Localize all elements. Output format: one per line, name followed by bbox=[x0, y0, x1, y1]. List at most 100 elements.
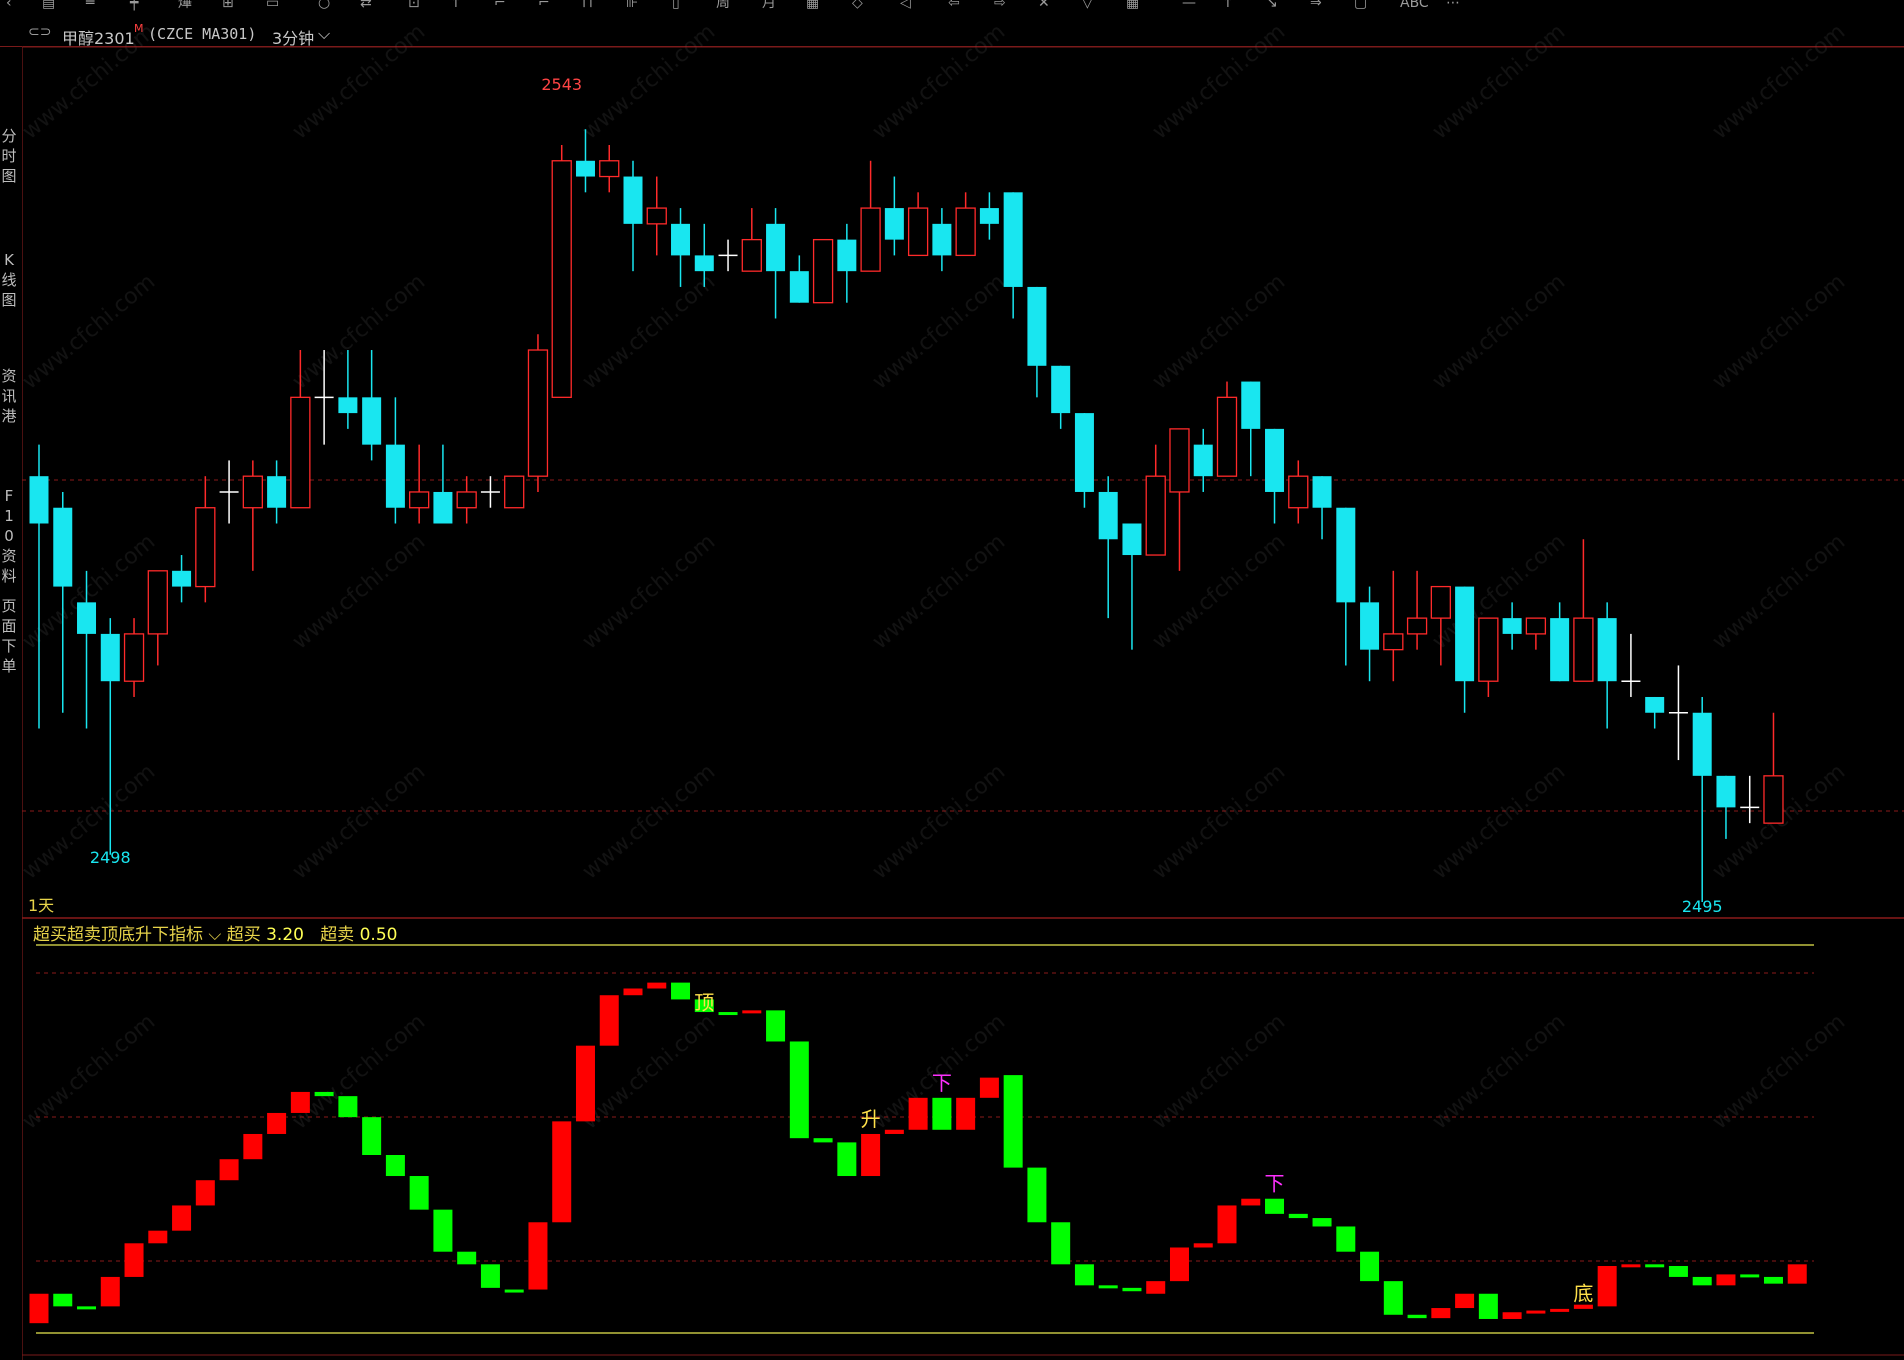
watermark-text: www.cfchi.com bbox=[288, 19, 430, 144]
indicator-bar bbox=[1502, 1312, 1522, 1319]
indicator-bar bbox=[956, 1097, 976, 1130]
indicator-bar bbox=[528, 1222, 548, 1290]
indicator-bar bbox=[1550, 1308, 1570, 1312]
indicator-bar bbox=[480, 1264, 500, 1288]
indicator-bar bbox=[1360, 1251, 1380, 1282]
candle-body bbox=[195, 507, 216, 588]
candle-body bbox=[338, 397, 358, 414]
indicator-bar bbox=[1621, 1264, 1641, 1268]
indicator-bar bbox=[623, 988, 643, 996]
candle-body bbox=[955, 207, 976, 257]
candle-body bbox=[1145, 475, 1166, 556]
chart-area[interactable]: www.cfchi.com www.cfchi.com www.cfchi.com w… bbox=[0, 0, 1904, 1360]
indicator-bar bbox=[1027, 1167, 1047, 1223]
watermark-text: www.cfchi.com bbox=[288, 269, 430, 394]
indicator-name[interactable]: 超买超卖顶底升下指标 bbox=[33, 925, 203, 945]
low-price-label-2: 2495 bbox=[1682, 897, 1723, 916]
indicator-bar bbox=[742, 1010, 762, 1014]
candle-body bbox=[1098, 491, 1118, 540]
indicator-bar bbox=[1383, 1281, 1403, 1315]
candle-body bbox=[362, 397, 382, 445]
watermark-text: www.cfchi.com bbox=[868, 269, 1010, 394]
signal-label: 底 bbox=[1573, 1282, 1593, 1306]
indicator-bar bbox=[77, 1306, 97, 1310]
indicator-bar bbox=[148, 1230, 168, 1244]
indicator-bar bbox=[100, 1276, 120, 1307]
candle-body bbox=[575, 160, 595, 177]
indicator-bar bbox=[1193, 1243, 1213, 1248]
low-price-label: 2498 bbox=[90, 848, 131, 867]
candle-body bbox=[267, 476, 287, 508]
indicator-bar bbox=[1597, 1266, 1617, 1307]
candle-body bbox=[1525, 617, 1547, 635]
watermark-text: www.cfchi.com bbox=[1148, 19, 1290, 144]
watermark-text: www.cfchi.com bbox=[1708, 529, 1850, 654]
indicator-bar bbox=[433, 1209, 453, 1252]
candle-body bbox=[1550, 618, 1570, 682]
candle-body bbox=[1051, 365, 1071, 414]
signal-label: 升 bbox=[861, 1107, 881, 1131]
indicator-bar bbox=[766, 1010, 786, 1042]
indicator-bar bbox=[504, 1289, 524, 1293]
candle-body bbox=[1478, 617, 1499, 682]
candle-body bbox=[385, 444, 405, 508]
watermark-text: www.cfchi.com bbox=[288, 529, 430, 654]
candle-body bbox=[1288, 475, 1309, 509]
candle-body bbox=[1763, 775, 1784, 824]
candle-body bbox=[932, 223, 952, 256]
candle-body bbox=[1360, 602, 1380, 650]
indicator-bar bbox=[1288, 1213, 1308, 1219]
candle-body bbox=[694, 255, 714, 272]
indicator-bar bbox=[1312, 1218, 1332, 1227]
candle-body bbox=[766, 223, 786, 272]
watermark-text: www.cfchi.com bbox=[578, 759, 720, 884]
watermark-text: www.cfchi.com bbox=[578, 19, 720, 144]
indicator-bar bbox=[290, 1091, 310, 1113]
watermark-text: www.cfchi.com bbox=[1148, 1009, 1290, 1134]
watermark-text: www.cfchi.com bbox=[578, 269, 720, 394]
candle-body bbox=[147, 570, 168, 635]
candle-body bbox=[837, 239, 857, 272]
indicator-bar bbox=[1455, 1293, 1475, 1309]
watermark-text: www.cfchi.com bbox=[18, 19, 160, 144]
indicator-bar bbox=[908, 1097, 928, 1130]
candle-body bbox=[646, 207, 667, 225]
watermark-text: www.cfchi.com bbox=[578, 1009, 720, 1134]
watermark-text: www.cfchi.com bbox=[18, 1009, 160, 1134]
indicator-header: 超买超卖顶底升下指标 ⌵ 超买 3.20 超卖 0.50 bbox=[33, 920, 397, 945]
indicator-bar bbox=[29, 1293, 49, 1324]
watermark-text: www.cfchi.com bbox=[1708, 19, 1850, 144]
watermark-text: www.cfchi.com bbox=[1428, 19, 1570, 144]
indicator-bar bbox=[362, 1117, 382, 1155]
indicator-bar bbox=[1003, 1075, 1023, 1168]
candle-body bbox=[1027, 286, 1047, 366]
indicator-bar bbox=[1051, 1222, 1071, 1265]
watermark-text: www.cfchi.com bbox=[868, 19, 1010, 144]
candle-body bbox=[242, 475, 263, 509]
indicator-bar bbox=[409, 1176, 429, 1210]
candle-body bbox=[100, 633, 120, 682]
candle-body bbox=[172, 570, 192, 587]
candle-body bbox=[53, 507, 73, 587]
indicator-bar bbox=[219, 1159, 239, 1181]
candle-body bbox=[1455, 586, 1475, 682]
candle-body bbox=[29, 476, 49, 524]
indicator-bar bbox=[1740, 1274, 1760, 1278]
indicator-bar bbox=[243, 1133, 263, 1160]
indicator-bar bbox=[1336, 1226, 1356, 1252]
overbought-value: 3.20 bbox=[266, 925, 304, 945]
watermark-text: www.cfchi.com bbox=[288, 1009, 430, 1134]
candle-body bbox=[1645, 696, 1665, 713]
indicator-bar bbox=[789, 1041, 809, 1139]
watermark-text: www.cfchi.com bbox=[288, 759, 430, 884]
indicator-bar bbox=[837, 1142, 857, 1177]
indicator-bar bbox=[884, 1129, 904, 1134]
indicator-bar bbox=[1431, 1308, 1451, 1319]
high-price-label: 2543 bbox=[541, 75, 582, 94]
candle-body bbox=[527, 349, 549, 477]
watermark-text: www.cfchi.com bbox=[868, 529, 1010, 654]
indicator-bar bbox=[385, 1155, 405, 1177]
indicator-bar bbox=[575, 1045, 595, 1122]
indicator-bar bbox=[1763, 1276, 1783, 1284]
chevron-down-icon[interactable]: ⌵ bbox=[203, 925, 227, 945]
